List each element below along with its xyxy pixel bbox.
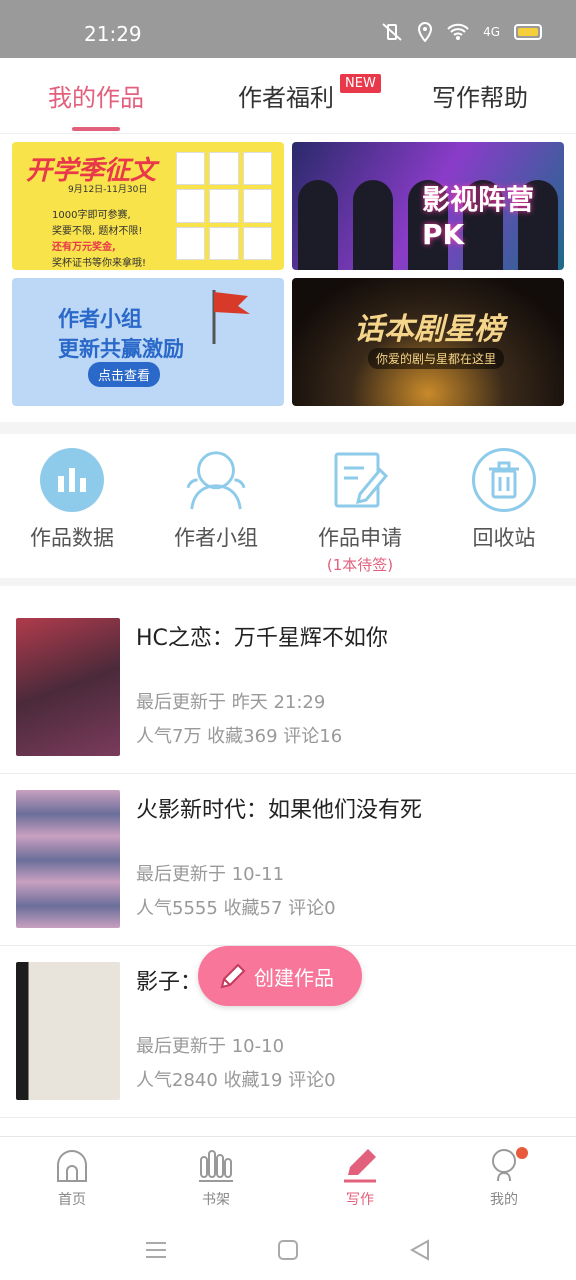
banner-contest[interactable]: 开学季征文 9月12日-11月30日 1000字即可参赛, 奖要不限, 题材不限… <box>12 142 284 270</box>
banner-author-group-line: 更新共赢激励 <box>58 337 184 361</box>
quick-label: 作品数据 <box>30 526 114 550</box>
status-bar: 21:29 4G <box>0 0 576 58</box>
bookshelf-icon <box>199 1150 233 1182</box>
work-updated: 最后更新于 昨天 21:29 <box>136 692 326 713</box>
pencil-icon <box>220 963 246 989</box>
bottom-nav: 首页 书架 写作 我的 <box>0 1136 576 1220</box>
nav-write[interactable]: 写作 <box>288 1137 432 1220</box>
banner-contest-line: 1000字即可参赛, <box>52 210 131 221</box>
work-cover <box>16 962 120 1100</box>
banner-contest-line: 还有万元奖金, <box>52 242 116 253</box>
banner-view-button[interactable]: 点击查看 <box>88 362 161 387</box>
banner-star-ranking[interactable]: 话本剧星榜 你爱的剧与星都在这里 <box>292 278 564 406</box>
works-list: HC之恋：万千星辉不如你 最后更新于 昨天 21:29 人气7万 收藏369 评… <box>0 586 576 1118</box>
edit-document-icon <box>328 448 392 512</box>
banner-contest-text: 1000字即可参赛, 奖要不限, 题材不限! 还有万元奖金, 奖杯证书等你来拿哦… <box>52 208 146 270</box>
pending-sign-note: (1本待签) <box>326 556 394 574</box>
work-cover <box>16 790 120 928</box>
tab-writing-help[interactable]: 写作帮助 <box>432 78 528 113</box>
tab-my-works[interactable]: 我的作品 <box>48 78 144 113</box>
work-title: 影子： <box>136 970 203 995</box>
quick-item-stats[interactable]: 作品数据 <box>7 448 137 552</box>
banner-contest-line: 奖杯证书等你来拿哦! <box>52 258 147 269</box>
banner-pk-title: 影视阵营PK <box>422 183 535 251</box>
create-work-label: 创建作品 <box>254 965 334 990</box>
nav-profile[interactable]: 我的 <box>432 1137 576 1220</box>
work-item[interactable]: HC之恋：万千星辉不如你 最后更新于 昨天 21:29 人气7万 收藏369 评… <box>0 602 576 774</box>
quick-item-apply[interactable]: 作品申请 (1本待签) <box>295 448 425 575</box>
system-nav <box>0 1220 576 1280</box>
network-type: 4G <box>483 25 500 39</box>
menu-icon[interactable] <box>145 1241 167 1259</box>
work-cover <box>16 618 120 756</box>
trash-icon <box>472 448 536 512</box>
nav-bookshelf[interactable]: 书架 <box>144 1137 288 1220</box>
work-stats: 人气5555 收藏57 评论0 <box>136 898 336 919</box>
group-icon <box>184 448 248 512</box>
work-updated: 最后更新于 10-11 <box>136 864 285 885</box>
nav-label: 首页 <box>58 1192 86 1208</box>
status-time: 21:29 <box>84 22 142 46</box>
home-icon <box>57 1150 87 1182</box>
nav-home[interactable]: 首页 <box>0 1137 144 1220</box>
banner-contest-line: 奖要不限, 题材不限! <box>52 226 143 237</box>
status-icons: 4G <box>381 22 542 42</box>
banner-author-group[interactable]: 作者小组 更新共赢激励 点击查看 <box>12 278 284 406</box>
tab-underline <box>72 127 120 131</box>
quick-actions: 作品数据 作者小组 作品申请 (1本待签) 回收站 <box>0 434 576 578</box>
work-stats: 人气2840 收藏19 评论0 <box>136 1070 336 1091</box>
quick-label: 作品申请 <box>318 526 402 550</box>
create-work-button[interactable]: 创建作品 <box>198 946 362 1006</box>
mute-vibrate-icon <box>382 23 402 41</box>
divider <box>0 578 576 586</box>
battery-icon <box>514 24 542 40</box>
nav-label: 我的 <box>490 1192 518 1208</box>
banner-star-title: 话本剧星榜 <box>354 312 504 347</box>
tab-author-benefits[interactable]: 作者福利 <box>238 78 334 113</box>
quick-label: 作者小组 <box>174 526 258 550</box>
banner-author-group-title: 作者小组 更新共赢激励 <box>58 304 184 364</box>
banner-star-subtitle: 你爱的剧与星都在这里 <box>368 348 505 369</box>
quick-label: 回收站 <box>472 526 536 550</box>
wifi-icon <box>447 23 469 40</box>
notification-dot <box>516 1147 528 1159</box>
banner-contest-photos <box>176 152 272 260</box>
banner-pk[interactable]: 影视阵营PK <box>292 142 564 270</box>
pen-icon <box>344 1149 376 1183</box>
banner-area: 开学季征文 9月12日-11月30日 1000字即可参赛, 奖要不限, 题材不限… <box>0 134 576 422</box>
work-updated: 最后更新于 10-10 <box>136 1036 285 1057</box>
banner-contest-dates: 9月12日-11月30日 <box>68 185 148 195</box>
banner-author-group-line: 作者小组 <box>58 307 142 331</box>
flag-icon <box>212 290 250 344</box>
work-stats: 人气7万 收藏369 评论16 <box>136 726 343 747</box>
bar-chart-icon <box>40 448 104 512</box>
nav-label: 书架 <box>202 1192 230 1208</box>
divider <box>0 422 576 434</box>
top-tabs: 我的作品 作者福利 NEW 写作帮助 <box>0 58 576 134</box>
location-icon <box>418 22 433 42</box>
quick-item-recycle[interactable]: 回收站 <box>439 448 569 552</box>
quick-item-group[interactable]: 作者小组 <box>151 448 281 552</box>
back-icon[interactable] <box>409 1239 431 1261</box>
home-square-icon[interactable] <box>277 1239 299 1261</box>
new-badge: NEW <box>340 74 381 93</box>
work-item[interactable]: 火影新时代：如果他们没有死 最后更新于 10-11 人气5555 收藏57 评论… <box>0 774 576 946</box>
work-title: HC之恋：万千星辉不如你 <box>136 626 388 651</box>
work-title: 火影新时代：如果他们没有死 <box>136 798 423 823</box>
nav-label: 写作 <box>346 1192 374 1208</box>
